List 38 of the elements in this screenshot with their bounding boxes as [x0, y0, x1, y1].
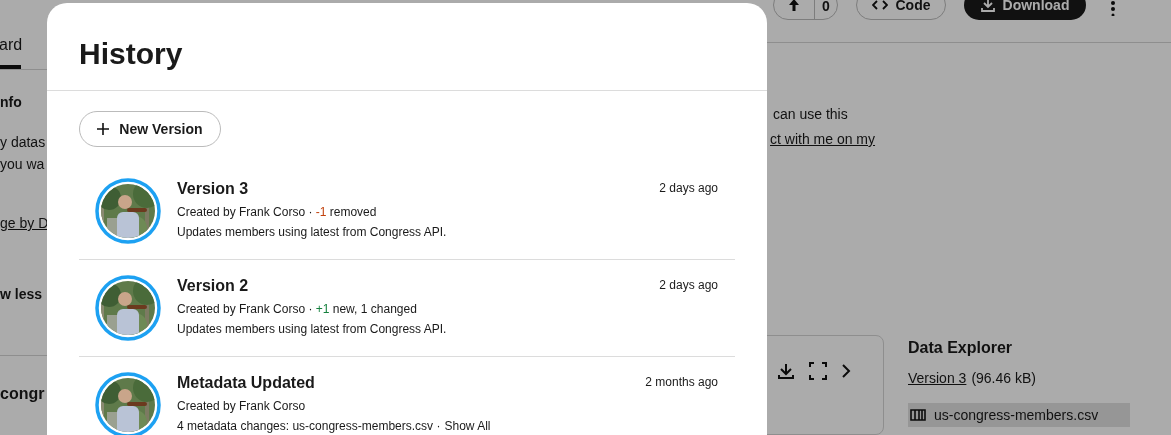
entry-title: Metadata Updated	[177, 373, 316, 393]
file-chip[interactable]: us-congress-members.csv	[908, 403, 1130, 427]
fullscreen-icon[interactable]	[809, 362, 827, 380]
dialog-title: History	[79, 36, 183, 72]
entry-time: 2 days ago	[659, 277, 718, 294]
entry-description: Updates members using latest from Congress API.	[177, 224, 447, 240]
entry-title: Version 3	[177, 179, 250, 199]
plus-icon	[97, 123, 110, 135]
entry-byline: Created by Frank Corso	[177, 398, 307, 414]
entry-byline: Created by Frank Corso · -1 removed	[177, 204, 378, 220]
entry-title: Version 2	[177, 276, 250, 296]
download-button[interactable]: Download	[964, 0, 1086, 20]
chevron-right-icon[interactable]	[841, 364, 851, 378]
version-link[interactable]: Version 3	[908, 368, 967, 389]
table-icon	[910, 409, 926, 421]
more-icon[interactable]	[1110, 0, 1116, 16]
show-all-link[interactable]: Show All	[444, 418, 491, 434]
entry-time: 2 months ago	[645, 374, 718, 391]
download-icon[interactable]	[777, 362, 795, 380]
code-icon	[871, 0, 888, 10]
file-heading: congr	[0, 384, 46, 404]
section-heading: Data Explorer	[908, 338, 1014, 358]
show-less-toggle[interactable]: w less	[0, 284, 47, 305]
description-text: can use this	[773, 105, 849, 124]
description-text: y datas	[0, 133, 47, 151]
link[interactable]: ct with me on my	[770, 129, 876, 150]
entry-description: 4 metadata changes: us-congress-members.csv ·	[177, 418, 441, 434]
entry-byline: Created by Frank Corso · +1 new, 1 changed	[177, 301, 418, 317]
entry-time: 2 days ago	[659, 180, 718, 197]
tab[interactable]: ard	[0, 33, 21, 69]
link[interactable]: ge by D	[0, 213, 47, 234]
section-heading: nfo	[0, 93, 23, 112]
entry-description: Updates members using latest from Congress API.	[177, 321, 447, 337]
vote-count: 0	[814, 0, 830, 19]
description-text: you wa	[0, 155, 46, 173]
file-size: (96.46 kB)	[971, 369, 1036, 388]
download-icon	[980, 0, 995, 12]
arrow-up-icon	[789, 0, 799, 11]
